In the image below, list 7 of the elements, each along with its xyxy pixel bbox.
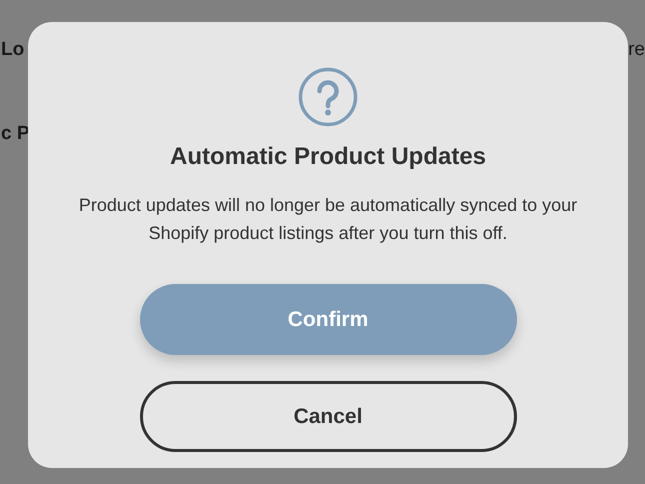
- dialog-message: Product updates will no longer be automatically synced to your Shopify product listings after you turn this off.: [78, 194, 578, 245]
- background-text: Lo: [1, 38, 26, 62]
- background-text: re: [628, 38, 645, 62]
- background-text: c P: [1, 122, 30, 146]
- cancel-button[interactable]: Cancel: [140, 381, 516, 452]
- dialog-title: Automatic Product Updates: [170, 143, 486, 171]
- help-icon: [298, 67, 358, 127]
